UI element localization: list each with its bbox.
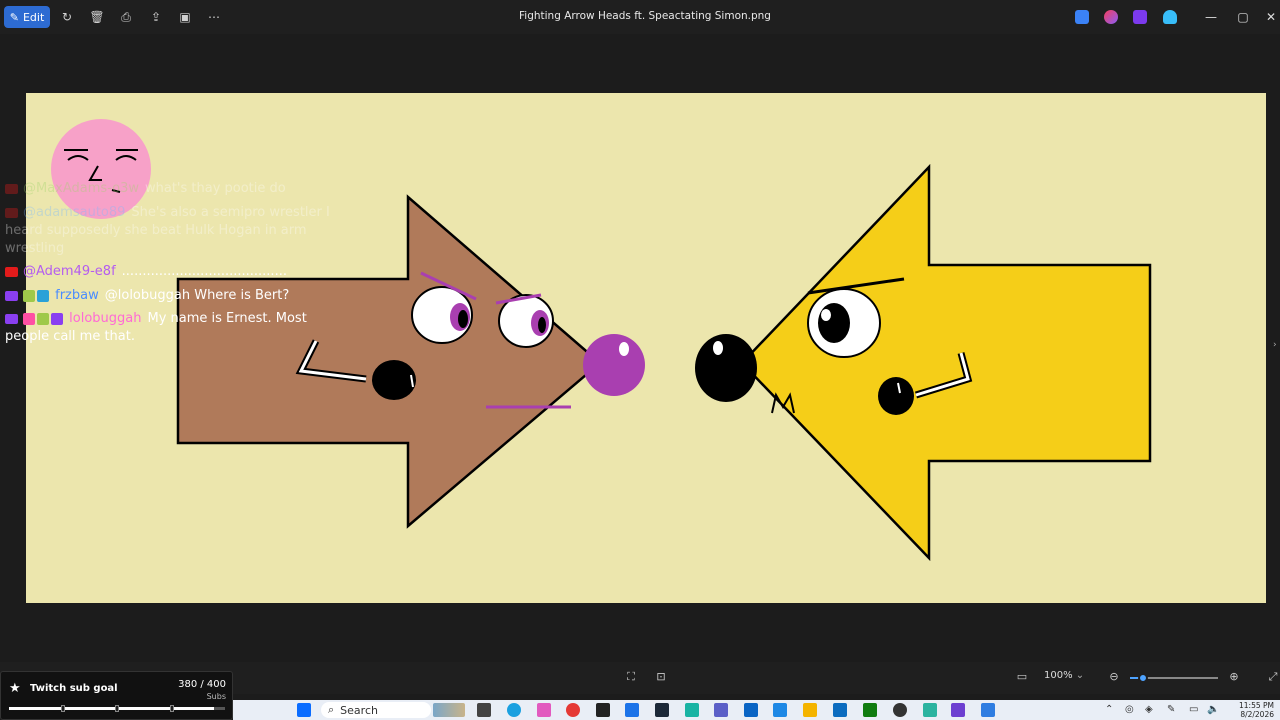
maximize-icon[interactable]: ▢ [1234,8,1252,26]
steam-icon[interactable] [655,703,669,717]
file-explorer-icon[interactable] [803,703,817,717]
youtube-icon [5,207,18,218]
chat-message: @MaxAdams-o3w what's thay pootie do [5,180,286,197]
chat-message-text: She's also a semipro wrestler I [131,205,330,220]
image-viewer: › [0,34,1280,662]
app-icon[interactable] [685,703,699,717]
chat-message: lolobuggah My name is Ernest. Most [5,310,307,327]
app-store-icon[interactable] [625,703,639,717]
chat-message-text: @lolobuggah Where is Bert? [104,288,290,303]
chat-username: lolobuggah [69,311,142,326]
chat-username: @MaxAdams-o3w [23,181,139,196]
taskbar-clock[interactable]: 11:55 PM 8/2/2026 [1239,701,1274,719]
subgoal-title: Twitch sub goal [30,683,118,694]
subgoal-unit: Subs [206,692,226,701]
chat-badge-icon [23,289,35,302]
mail-icon[interactable] [744,703,758,717]
obs-icon[interactable] [893,703,907,717]
vpn-icon[interactable] [773,703,787,717]
chat-message: @Adem49-e8f.............................… [5,263,287,280]
chat-username: @adamsauto89 [23,205,126,220]
next-image-arrow-icon[interactable]: › [1273,340,1279,354]
youtube-icon [5,266,18,277]
crop-icon[interactable]: ⊡ [654,670,668,684]
chevron-down-icon: ⌄ [1075,670,1085,681]
chat-message-text: ........................................ [121,264,287,279]
chat-badge-icon [23,312,35,325]
epic-games-icon[interactable] [596,703,610,717]
chat-message-continued: wrestling [5,241,65,256]
app-icon-2[interactable] [923,703,937,717]
chat-message-text: My name is Ernest. Most [147,311,307,326]
subgoal-milestone-marker [61,705,65,712]
zoom-in-icon[interactable]: ⊕ [1227,670,1241,684]
zoom-slider[interactable] [1130,673,1218,683]
clipchamp-icon[interactable] [1133,10,1147,24]
twitch-sub-goal-widget: ★ Twitch sub goal 380 / 400 Subs [0,671,233,720]
xbox-icon[interactable] [863,703,877,717]
tray-icon[interactable]: ◈ [1145,704,1153,715]
taskbar-search[interactable]: ⌕ Search [321,702,431,718]
subgoal-progress-bar [9,705,225,712]
subgoal-progress-fill [9,707,215,710]
widgets-icon[interactable] [433,703,465,717]
minimize-icon[interactable]: — [1202,8,1220,26]
tray-icon[interactable]: ✎ [1167,704,1175,715]
title-bar: ✎ Edit ↻ 🗑 ⎙ ⇪ ▣ ⋯ Fighting Arrow Heads … [0,0,1280,34]
onedrive-icon[interactable] [1163,10,1177,24]
app-icon-3[interactable] [951,703,965,717]
close-icon[interactable]: ✕ [1262,8,1280,26]
windows-taskbar: ⌕ Search ⌃ ◎ ◈ ✎ ▭ 🔈 11:55 PM 8/2/2026 [233,700,1280,720]
subgoal-milestone-marker [170,705,174,712]
fit-to-window-icon[interactable]: ⛶ [624,670,638,684]
fighting-arrow-heads-image [176,163,1152,562]
chat-badge-icon [51,312,63,325]
chat-message: @adamsauto89 She's also a semipro wrestle… [5,204,330,221]
subgoal-milestone-marker [115,705,119,712]
actual-size-icon[interactable]: ▭ [1015,670,1029,684]
search-placeholder: Search [340,703,378,717]
star-icon: ★ [9,681,21,696]
zoom-slider-thumb[interactable] [1138,673,1149,683]
chat-username: @Adem49-e8f [23,264,116,279]
subgoal-count: 380 / 400 [178,679,226,690]
volume-icon[interactable]: 🔈 [1207,704,1219,715]
zoom-value-text: 100% [1044,670,1073,681]
designer-icon[interactable] [1075,10,1089,24]
windows-start-icon[interactable] [297,703,311,717]
youtube-icon [5,183,18,194]
chat-badge-icon [37,289,49,302]
twitch-icon [5,290,18,301]
photos-icon[interactable] [981,703,995,717]
twitch-icon [5,313,18,324]
chat-message: frzbaw @lolobuggah Where is Bert? [5,287,289,304]
network-icon[interactable]: ▭ [1189,704,1198,715]
image-canvas[interactable] [26,93,1266,603]
chat-username: frzbaw [55,288,99,303]
chevron-up-icon[interactable]: ⌃ [1105,704,1113,715]
teams-icon[interactable] [714,703,728,717]
zoom-out-icon[interactable]: ⊖ [1107,670,1121,684]
copilot-icon[interactable] [1104,10,1118,24]
store-icon[interactable] [833,703,847,717]
copilot-taskbar-icon[interactable] [537,703,551,717]
chat-message-continued: heard supposedly she beat Hulk Hogan in … [5,223,307,238]
clock-date: 8/2/2026 [1240,710,1274,719]
task-view-icon[interactable] [477,703,491,717]
chrome-icon[interactable] [566,703,580,717]
chat-message-text: what's thay pootie do [144,181,286,196]
search-icon: ⌕ [328,703,335,716]
tray-icon[interactable]: ◎ [1125,704,1134,715]
chat-message-continued: people call me that. [5,329,135,344]
edge-icon[interactable] [507,703,521,717]
chat-badge-icon [37,312,49,325]
zoom-level[interactable]: 100% ⌄ [1044,670,1084,681]
fullscreen-icon[interactable]: ⤢ [1266,670,1280,684]
clock-time: 11:55 PM [1239,701,1274,710]
yellow-arrow [740,163,1152,562]
